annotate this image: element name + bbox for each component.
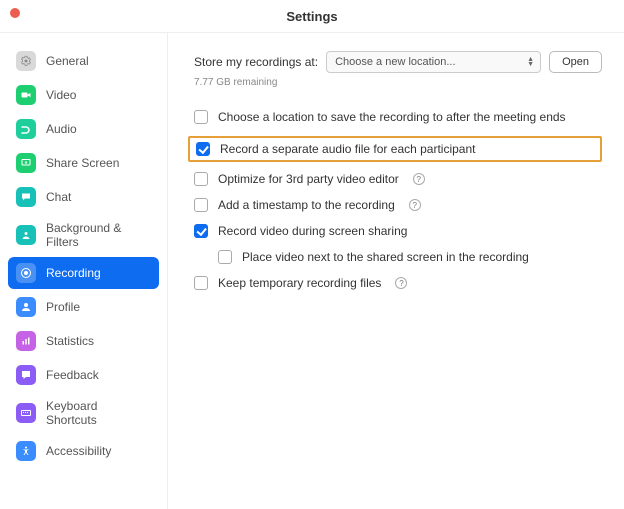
sidebar-item-accessibility[interactable]: Accessibility xyxy=(8,435,159,467)
sidebar-item-label: Keyboard Shortcuts xyxy=(46,399,151,427)
share-icon xyxy=(16,153,36,173)
help-icon[interactable]: ? xyxy=(409,199,421,211)
bg-icon xyxy=(16,225,36,245)
option-row: Record a separate audio file for each pa… xyxy=(188,136,602,162)
sidebar-item-label: Feedback xyxy=(46,368,99,382)
option-label: Keep temporary recording files xyxy=(218,276,381,290)
sidebar-item-label: Background & Filters xyxy=(46,221,151,249)
feedback-icon xyxy=(16,365,36,385)
option-row: Keep temporary recording files? xyxy=(194,276,602,290)
sidebar-item-label: Audio xyxy=(46,122,77,136)
option-label: Choose a location to save the recording … xyxy=(218,110,566,124)
titlebar: Settings xyxy=(0,0,624,32)
main-panel: Store my recordings at: Choose a new loc… xyxy=(168,33,624,509)
option-label: Place video next to the shared screen in… xyxy=(242,250,529,264)
record-icon xyxy=(16,263,36,283)
video-icon xyxy=(16,85,36,105)
chat-icon xyxy=(16,187,36,207)
sidebar-item-recording[interactable]: Recording xyxy=(8,257,159,289)
chevron-updown-icon: ▲▼ xyxy=(527,57,534,67)
sidebar-item-keyboard-shortcuts[interactable]: Keyboard Shortcuts xyxy=(8,393,159,433)
help-icon[interactable]: ? xyxy=(395,277,407,289)
sidebar-item-label: Video xyxy=(46,88,76,102)
keyboard-icon xyxy=(16,403,36,423)
store-location-row: Store my recordings at: Choose a new loc… xyxy=(194,51,602,73)
location-select-value: Choose a new location... xyxy=(335,56,455,68)
sidebar-item-statistics[interactable]: Statistics xyxy=(8,325,159,357)
option-row: Choose a location to save the recording … xyxy=(194,110,602,124)
sidebar-item-share-screen[interactable]: Share Screen xyxy=(8,147,159,179)
sidebar-item-label: Chat xyxy=(46,190,71,204)
content: General Video Audio Share Screen Chat Backgro… xyxy=(0,32,624,509)
checkbox[interactable] xyxy=(194,198,208,212)
stats-icon xyxy=(16,331,36,351)
option-label: Add a timestamp to the recording xyxy=(218,198,395,212)
checkbox[interactable] xyxy=(196,142,210,156)
sidebar-item-background-filters[interactable]: Background & Filters xyxy=(8,215,159,255)
sidebar-item-label: Accessibility xyxy=(46,444,111,458)
help-icon[interactable]: ? xyxy=(413,173,425,185)
option-row: Record video during screen sharing xyxy=(194,224,602,238)
sidebar-item-label: Recording xyxy=(46,266,101,280)
sidebar-item-general[interactable]: General xyxy=(8,45,159,77)
store-location-label: Store my recordings at: xyxy=(194,55,318,69)
sidebar-item-audio[interactable]: Audio xyxy=(8,113,159,145)
profile-icon xyxy=(16,297,36,317)
sidebar-item-chat[interactable]: Chat xyxy=(8,181,159,213)
sidebar-item-profile[interactable]: Profile xyxy=(8,291,159,323)
cog-icon xyxy=(16,51,36,71)
checkbox[interactable] xyxy=(194,172,208,186)
sidebar: General Video Audio Share Screen Chat Backgro… xyxy=(0,33,168,509)
location-select[interactable]: Choose a new location... ▲▼ xyxy=(326,51,541,73)
option-label: Optimize for 3rd party video editor xyxy=(218,172,399,186)
open-button[interactable]: Open xyxy=(549,51,602,73)
checkbox[interactable] xyxy=(194,110,208,124)
option-label: Record a separate audio file for each pa… xyxy=(220,142,476,156)
window-controls xyxy=(10,8,20,18)
sidebar-item-label: Statistics xyxy=(46,334,94,348)
storage-remaining: 7.77 GB remaining xyxy=(194,77,602,88)
sidebar-item-feedback[interactable]: Feedback xyxy=(8,359,159,391)
sidebar-item-video[interactable]: Video xyxy=(8,79,159,111)
sidebar-item-label: Profile xyxy=(46,300,80,314)
option-row: Optimize for 3rd party video editor? xyxy=(194,172,602,186)
checkbox[interactable] xyxy=(218,250,232,264)
audio-icon xyxy=(16,119,36,139)
option-label: Record video during screen sharing xyxy=(218,224,407,238)
window-title: Settings xyxy=(0,9,624,24)
option-row: Add a timestamp to the recording? xyxy=(194,198,602,212)
options-list: Choose a location to save the recording … xyxy=(194,110,602,290)
accessibility-icon xyxy=(16,441,36,461)
close-icon[interactable] xyxy=(10,8,20,18)
checkbox[interactable] xyxy=(194,224,208,238)
sidebar-item-label: Share Screen xyxy=(46,156,119,170)
sidebar-item-label: General xyxy=(46,54,89,68)
option-row: Place video next to the shared screen in… xyxy=(218,250,602,264)
checkbox[interactable] xyxy=(194,276,208,290)
